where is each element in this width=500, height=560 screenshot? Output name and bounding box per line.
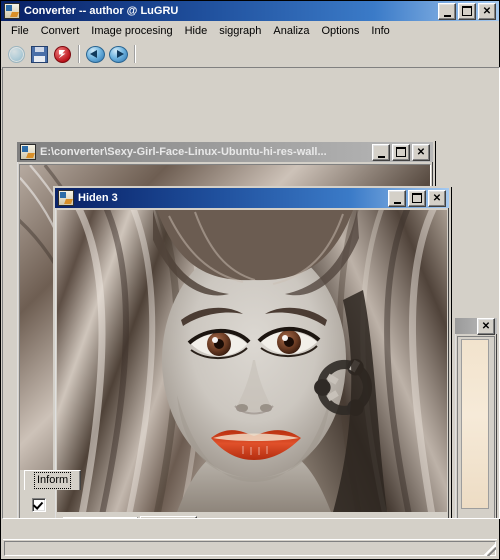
menu-convert[interactable]: Convert [35, 24, 86, 38]
forward-arrow-icon [108, 45, 128, 63]
tab-hiding[interactable]: Hiding [140, 516, 198, 519]
image-window-title: E:\converter\Sexy-Girl-Face-Linux-Ubuntu… [40, 146, 327, 158]
main-titlebar: Converter -- author @ LuGRU ✕ [1, 1, 499, 21]
menu-siggraph[interactable]: siggraph [213, 24, 267, 38]
toolbar-forward-button[interactable] [107, 44, 129, 65]
hiden-options-panel: Information Hiding hide inside [biger th… [57, 512, 447, 519]
menu-file[interactable]: File [5, 24, 35, 38]
hiden-window-body: Information Hiding hide inside [biger th… [57, 210, 447, 519]
app-window-icon [4, 3, 20, 19]
hiden-close-button[interactable]: ✕ [428, 189, 446, 207]
hiden-image-canvas[interactable] [57, 210, 447, 513]
resize-grip[interactable] [484, 544, 496, 556]
side-window-titlebar: ✕ [455, 317, 497, 335]
statusbar-panel [4, 541, 496, 556]
menu-hide[interactable]: Hide [179, 24, 214, 38]
tab-information-behind[interactable]: Inform [24, 470, 82, 490]
menu-options[interactable]: Options [316, 24, 366, 38]
hiden-window-title: Hiden 3 [78, 192, 118, 204]
hiden-window-controls: ✕ [388, 189, 447, 207]
menu-analiza[interactable]: Analiza [267, 24, 315, 38]
app-window: Converter -- author @ LuGRU ✕ File Conve… [0, 0, 500, 560]
tab-information-behind-label: Inform [34, 472, 72, 489]
hiden-child-window[interactable]: Hiden 3 ✕ [53, 186, 451, 519]
hiden-window-icon [58, 190, 74, 206]
toolbar-open-button[interactable] [5, 44, 27, 65]
hiden-maximize-button[interactable] [408, 189, 426, 207]
close-button[interactable]: ✕ [478, 2, 496, 20]
close-icon: ✕ [482, 5, 492, 17]
statusbar [3, 539, 497, 557]
toolbar-separator-2 [134, 45, 136, 63]
app-title: Converter -- author @ LuGRU [24, 5, 179, 17]
hiden-window-titlebar: Hiden 3 ✕ [55, 188, 449, 208]
image-window-titlebar: E:\converter\Sexy-Girl-Face-Linux-Ubuntu… [17, 142, 433, 162]
image-minimize-button[interactable] [372, 143, 390, 161]
mdi-client-area: ✕ of E:\converter\Sexy-Girl-Face-Linux-U… [2, 67, 500, 519]
toolbar-separator [78, 45, 80, 63]
close-icon: ✕ [432, 192, 442, 204]
close-icon: ✕ [481, 320, 491, 332]
hiden-tabstrip: Information Hiding [57, 512, 447, 519]
back-arrow-icon [85, 45, 105, 63]
image-close-button[interactable]: ✕ [412, 143, 430, 161]
stop-icon [53, 45, 71, 63]
toolbar-back-button[interactable] [84, 44, 106, 65]
portrait-photo [57, 210, 447, 512]
open-globe-icon [7, 45, 25, 63]
close-icon: ✕ [416, 146, 426, 158]
left-eye [187, 328, 251, 360]
toolbar-stop-button[interactable] [51, 44, 73, 65]
maximize-button[interactable] [458, 2, 476, 20]
right-eye [257, 326, 321, 358]
side-preview-strip [461, 339, 489, 509]
toolbar [1, 39, 499, 70]
save-icon [30, 45, 48, 63]
toolbar-save-button[interactable] [28, 44, 50, 65]
side-child-window[interactable]: ✕ of [453, 316, 499, 518]
hiden-minimize-button[interactable] [388, 189, 406, 207]
tab-information[interactable]: Information [63, 517, 139, 518]
tab-hiding-label: Hiding [150, 518, 187, 519]
image-opt-1-checkbox[interactable] [32, 498, 46, 512]
image-maximize-button[interactable] [392, 143, 410, 161]
minimize-button[interactable] [438, 2, 456, 20]
side-close-button[interactable]: ✕ [477, 317, 495, 335]
window-controls: ✕ [438, 2, 497, 20]
menubar: File Convert Image procesing Hide siggra… [1, 21, 499, 39]
side-window-body: of [457, 336, 495, 518]
menu-info[interactable]: Info [365, 24, 395, 38]
image-window-controls: ✕ [372, 143, 431, 161]
image-window-icon [20, 144, 36, 160]
menu-image-procesing[interactable]: Image procesing [85, 24, 178, 38]
